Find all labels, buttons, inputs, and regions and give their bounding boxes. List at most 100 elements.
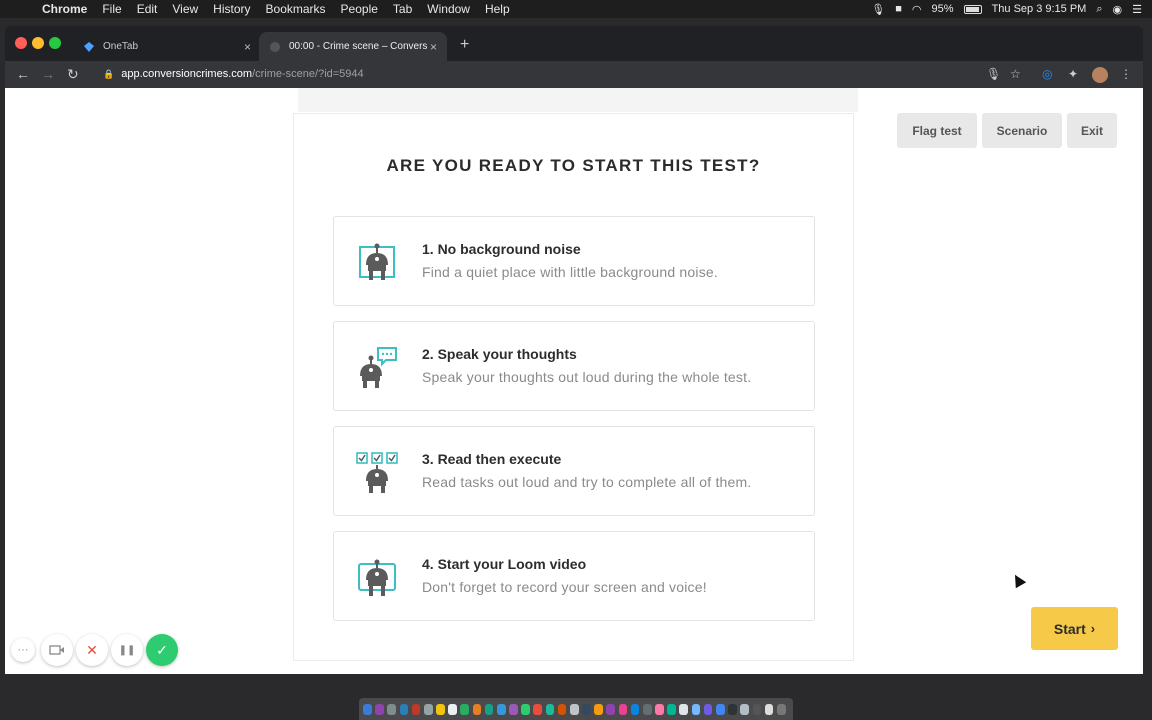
tab-close-icon[interactable]: ×	[430, 40, 437, 54]
app-icon[interactable]	[752, 703, 762, 715]
robot-checklist-icon	[356, 452, 398, 493]
clock[interactable]: Thu Sep 3 9:15 PM	[992, 3, 1087, 15]
address-bar[interactable]: 🔒 app.conversioncrimes.com/crime-scene/?…	[93, 63, 1093, 85]
app-icon[interactable]	[606, 703, 616, 715]
flag-test-button[interactable]: Flag test	[897, 113, 977, 148]
extensions-puzzle-icon[interactable]: ✦	[1068, 67, 1078, 81]
user-icon[interactable]: ◉	[1113, 3, 1123, 16]
spotlight-icon[interactable]: ⌕	[1096, 3, 1102, 16]
app-icon[interactable]	[594, 703, 603, 715]
menu-bookmarks[interactable]: Bookmarks	[266, 2, 326, 16]
loom-cancel-button[interactable]: ✕	[76, 634, 108, 666]
step-card-3: 3. Read then execute Read tasks out loud…	[333, 426, 815, 516]
menu-window[interactable]: Window	[427, 2, 470, 16]
app-icon[interactable]	[484, 703, 494, 715]
step-card-4: 4. Start your Loom video Don't forget to…	[333, 531, 815, 621]
tab-title: 00:00 - Crime scene – Convers	[289, 41, 428, 52]
close-window-button[interactable]	[15, 37, 27, 49]
app-icon[interactable]	[509, 703, 518, 715]
menu-people[interactable]: People	[341, 2, 378, 16]
finder-icon[interactable]	[363, 703, 372, 715]
app-icon[interactable]	[521, 703, 530, 715]
app-icon[interactable]	[679, 703, 689, 715]
app-icon[interactable]	[569, 703, 579, 715]
app-icon[interactable]	[472, 703, 482, 715]
tab-title: OneTab	[103, 41, 139, 52]
menu-file[interactable]: File	[102, 2, 121, 16]
app-icon[interactable]	[703, 703, 713, 715]
app-icon[interactable]	[642, 703, 652, 715]
app-icon[interactable]	[740, 703, 749, 715]
web-page: ARE YOU READY TO START THIS TEST? 1. No …	[5, 88, 1143, 674]
menu-view[interactable]: View	[172, 2, 198, 16]
tab-crime-scene[interactable]: 00:00 - Crime scene – Convers ×	[259, 32, 447, 61]
browser-toolbar: ← → ↻ 🔒 app.conversioncrimes.com/crime-s…	[5, 61, 1143, 88]
tab-close-icon[interactable]: ×	[244, 40, 251, 54]
app-icon[interactable]	[399, 703, 409, 715]
app-icon[interactable]	[533, 703, 543, 715]
lock-icon[interactable]: 🔒	[103, 69, 114, 80]
url-path: /crime-scene/?id=5944	[252, 68, 364, 80]
robot-frame-icon	[359, 243, 395, 280]
app-icon[interactable]	[375, 703, 384, 715]
start-button[interactable]: Start ›	[1031, 607, 1118, 650]
menu-tab[interactable]: Tab	[393, 2, 412, 16]
tab-onetab[interactable]: OneTab ×	[73, 32, 261, 61]
chrome-dock-icon[interactable]	[715, 703, 725, 715]
app-icon[interactable]	[387, 703, 397, 715]
mic-permission-icon[interactable]: 🎙	[986, 67, 1001, 81]
app-icon[interactable]	[448, 703, 457, 715]
loom-camera-icon[interactable]	[41, 634, 73, 666]
app-icon[interactable]	[667, 703, 676, 715]
battery-icon[interactable]	[963, 4, 982, 14]
chrome-menu-icon[interactable]: ⋮	[1120, 67, 1132, 81]
loom-finish-button[interactable]: ✓	[146, 634, 178, 666]
app-icon[interactable]	[630, 703, 640, 715]
trash-icon[interactable]	[776, 703, 786, 715]
back-icon[interactable]: ←	[16, 66, 30, 82]
app-icon[interactable]	[496, 703, 506, 715]
zoom-icon[interactable]: ■	[895, 3, 902, 15]
browser-window: OneTab × 00:00 - Crime scene – Convers ×…	[5, 26, 1143, 674]
minimize-window-button[interactable]	[32, 37, 44, 49]
loom-more-button[interactable]: ···	[11, 638, 35, 662]
reload-icon[interactable]: ↻	[67, 66, 79, 83]
app-icon[interactable]	[728, 703, 737, 715]
forward-icon[interactable]: →	[41, 66, 55, 82]
app-icon[interactable]	[557, 703, 567, 715]
new-tab-button[interactable]: +	[460, 36, 469, 54]
step-title: 4. Start your Loom video	[422, 556, 587, 572]
app-icon[interactable]	[436, 703, 445, 715]
app-icon[interactable]	[764, 703, 774, 715]
step-title: 1. No background noise	[422, 241, 581, 257]
wifi-icon[interactable]: ◠	[912, 3, 922, 16]
app-icon[interactable]	[545, 703, 555, 715]
site-favicon-icon	[269, 41, 281, 53]
app-icon[interactable]	[411, 703, 421, 715]
app-menu: Chrome File Edit View History Bookmarks …	[42, 2, 525, 16]
profile-avatar-icon[interactable]	[1092, 67, 1108, 86]
scenario-button[interactable]: Scenario	[982, 113, 1062, 148]
app-icon[interactable]	[618, 703, 628, 715]
control-center-icon[interactable]: ☰	[1132, 3, 1142, 16]
exit-button[interactable]: Exit	[1067, 113, 1117, 148]
extension-loom-icon[interactable]: ◎	[1042, 67, 1052, 81]
step-card-2: 2. Speak your thoughts Speak your though…	[333, 321, 815, 411]
step-description: Don't forget to record your screen and v…	[422, 579, 707, 595]
loom-pause-button[interactable]: ❚❚	[111, 634, 143, 666]
robot-video-icon	[358, 559, 396, 596]
macos-menubar: Chrome File Edit View History Bookmarks …	[0, 0, 1152, 18]
app-icon[interactable]	[691, 703, 701, 715]
app-icon[interactable]	[423, 703, 433, 715]
menu-help[interactable]: Help	[485, 2, 510, 16]
maximize-window-button[interactable]	[49, 37, 61, 49]
bookmark-star-icon[interactable]: ☆	[1010, 67, 1021, 81]
start-test-card: ARE YOU READY TO START THIS TEST? 1. No …	[293, 113, 854, 661]
app-icon[interactable]	[582, 703, 591, 715]
app-icon[interactable]	[460, 703, 470, 715]
menu-edit[interactable]: Edit	[137, 2, 158, 16]
menu-history[interactable]: History	[213, 2, 250, 16]
app-icon[interactable]	[655, 703, 664, 715]
microphone-icon[interactable]: 🎙	[871, 3, 885, 16]
menu-app-name[interactable]: Chrome	[42, 2, 87, 16]
